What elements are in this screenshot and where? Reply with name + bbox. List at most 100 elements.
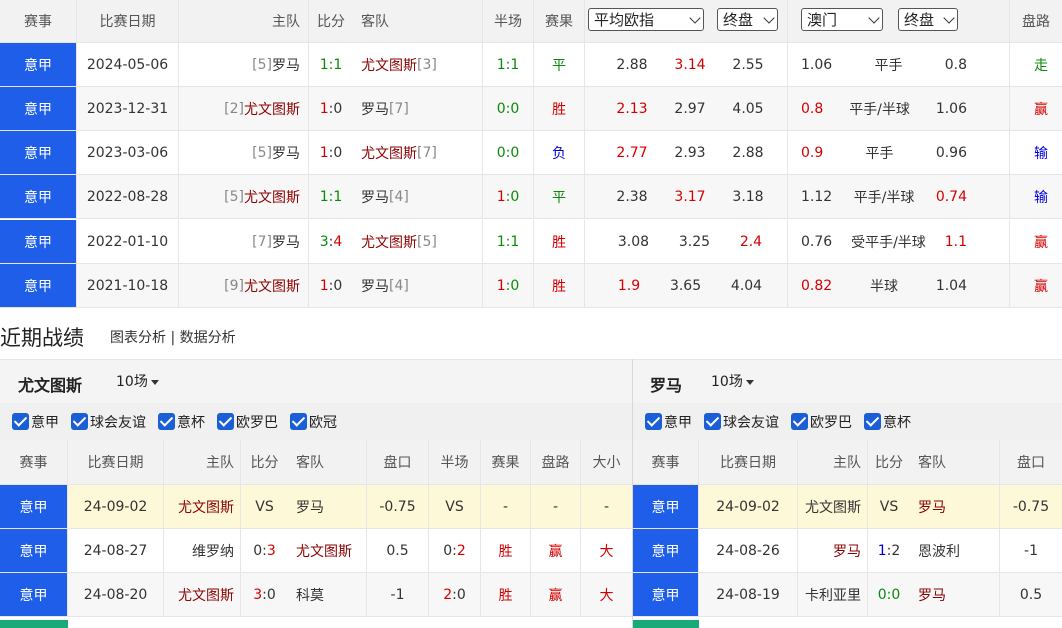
home-team-cell[interactable]: [7] 罗马 — [179, 220, 309, 264]
score-home: 1 — [319, 188, 329, 205]
caret-down-icon — [150, 379, 159, 385]
away-team-cell[interactable]: 尤文图斯 [3] — [353, 43, 483, 87]
league-badge[interactable]: 意甲 — [0, 131, 77, 175]
home-team[interactable]: 维罗纳 — [164, 529, 241, 573]
filter-checkbox[interactable]: 欧罗巴 — [217, 412, 278, 432]
odds-home: 3.08 — [617, 233, 650, 250]
league-badge[interactable]: 意甲 — [0, 43, 77, 87]
away-team-cell[interactable]: 罗马 [4] — [353, 175, 483, 219]
score-home: 1 — [319, 56, 329, 73]
company-type-select[interactable]: 终盘 — [898, 8, 958, 31]
odds-away: 4.05 — [732, 100, 764, 117]
filter-label: 欧罗巴 — [810, 414, 852, 431]
filter-checkbox[interactable]: 意甲 — [645, 412, 692, 432]
filter-checkbox[interactable]: 欧冠 — [290, 412, 337, 432]
match-date: 24-09-02 — [68, 485, 164, 529]
odds-cell: 2.13 2.97 4.05 — [585, 87, 788, 131]
away-team-cell[interactable]: 尤文图斯 [7] — [353, 131, 483, 175]
home-team[interactable]: 尤文图斯 — [164, 573, 241, 617]
league-badge[interactable]: 意甲 — [0, 264, 77, 308]
checkbox-checked-icon[interactable] — [645, 413, 662, 430]
odds-away: 4.04 — [730, 277, 763, 294]
home-team-cell[interactable]: [5] 罗马 — [179, 43, 309, 87]
half-score-cell: 0:0 — [483, 87, 534, 131]
league-badge[interactable]: 意甲 — [0, 175, 77, 219]
filter-checkbox[interactable]: 意杯 — [158, 412, 205, 432]
asian-home: 0.82 — [801, 277, 833, 294]
league-badge[interactable]: 意甲 — [0, 220, 77, 264]
filter-checkbox[interactable]: 球会友谊 — [71, 412, 146, 432]
score-home: 1 — [319, 100, 329, 117]
score-away: 0 — [891, 586, 901, 603]
away-team[interactable]: 尤文图斯 — [288, 529, 367, 573]
checkbox-checked-icon[interactable] — [71, 413, 88, 430]
match-date: 24-08-26 — [699, 529, 798, 573]
filter-checkbox[interactable]: 球会友谊 — [704, 412, 779, 432]
league-badge[interactable]: 意甲 — [0, 485, 68, 529]
checkbox-checked-icon[interactable] — [158, 413, 175, 430]
home-team-cell[interactable]: [9] 尤文图斯 — [179, 264, 309, 308]
header-half: 半场 — [483, 0, 534, 43]
filter-checkbox[interactable]: 意甲 — [12, 412, 59, 432]
odds-cell: 2.88 3.14 2.55 — [585, 43, 788, 87]
away-team[interactable]: 罗马 — [910, 485, 1000, 529]
checkbox-checked-icon[interactable] — [290, 413, 307, 430]
filter-checkbox[interactable]: 欧罗巴 — [791, 412, 852, 432]
analysis-links[interactable]: 图表分析 | 数据分析 — [110, 327, 236, 347]
away-team: 尤文图斯 — [361, 57, 417, 74]
header-home: 主队 — [164, 440, 241, 485]
checkbox-checked-icon[interactable] — [704, 413, 721, 430]
checkbox-checked-icon[interactable] — [217, 413, 234, 430]
away-team[interactable]: 科莫 — [288, 573, 367, 617]
header-league: 赛事 — [0, 0, 77, 43]
score-away: 0 — [333, 100, 343, 117]
league-badge[interactable]: 意甲 — [633, 573, 699, 617]
league-badge[interactable]: 意甲 — [633, 485, 699, 529]
away-team-cell[interactable]: 罗马 [7] — [353, 87, 483, 131]
score-home: 0 — [253, 542, 263, 559]
left-filter-bar: 意甲 球会友谊 意杯 欧罗巴 欧冠 — [0, 403, 632, 440]
home-team[interactable]: 卡利亚里 — [798, 573, 868, 617]
table-row: 意甲 24-09-02 尤文图斯 VS 罗马 -0.75 — [633, 485, 1062, 529]
away-team[interactable]: 罗马 — [288, 485, 367, 529]
checkbox-checked-icon[interactable] — [864, 413, 881, 430]
filter-checkbox[interactable]: 意杯 — [864, 412, 911, 432]
score-cell: 1:1 — [309, 175, 353, 219]
away-team[interactable]: 罗马 — [910, 573, 1000, 617]
away-team[interactable]: 恩波利 — [910, 529, 1000, 573]
half-away: 0 — [456, 586, 466, 603]
odds-type-select[interactable]: 终盘 — [717, 8, 778, 31]
handicap: 受平手/半球 — [851, 234, 926, 251]
chevron-down-icon — [763, 11, 775, 24]
home-team-cell[interactable]: [2] 尤文图斯 — [179, 87, 309, 131]
league-badge[interactable]: 意甲 — [0, 573, 68, 617]
away-team-cell[interactable]: 尤文图斯 [5] — [353, 220, 483, 264]
asian-cell: 1.06 平手 0.8 — [788, 43, 1010, 87]
odds-home: 2.38 — [616, 188, 648, 205]
home-team-cell[interactable]: [5] 罗马 — [179, 131, 309, 175]
asian-away: 0.8 — [944, 56, 967, 73]
odds-select[interactable]: 平均欧指 — [588, 8, 704, 31]
asian-cell: 0.8 平手/半球 1.06 — [788, 87, 1010, 131]
left-count-select[interactable]: 10场 — [116, 371, 159, 391]
home-team[interactable]: 罗马 — [798, 529, 868, 573]
odds-cell: 3.08 3.25 2.4 — [585, 220, 788, 264]
home-team: 尤文图斯 — [244, 278, 300, 295]
league-badge[interactable]: 意甲 — [0, 529, 68, 573]
right-count-select[interactable]: 10场 — [711, 371, 754, 391]
asian-home: 0.76 — [801, 233, 833, 250]
away-team-cell[interactable]: 罗马 [4] — [353, 264, 483, 308]
home-team[interactable]: 尤文图斯 — [798, 485, 868, 529]
company-select[interactable]: 澳门 — [801, 8, 883, 31]
home-team-cell[interactable]: [5] 尤文图斯 — [179, 175, 309, 219]
league-badge[interactable]: 意甲 — [633, 529, 699, 573]
header-home: 主队 — [179, 0, 309, 43]
home-team[interactable]: 尤文图斯 — [164, 485, 241, 529]
header-result: 赛果 — [534, 0, 585, 43]
checkbox-checked-icon[interactable] — [12, 413, 29, 430]
away-team: 尤文图斯 — [361, 145, 417, 162]
league-badge[interactable]: 意甲 — [0, 87, 77, 131]
filter-label: 意甲 — [31, 414, 59, 431]
asian-home: 1.12 — [801, 188, 833, 205]
checkbox-checked-icon[interactable] — [791, 413, 808, 430]
